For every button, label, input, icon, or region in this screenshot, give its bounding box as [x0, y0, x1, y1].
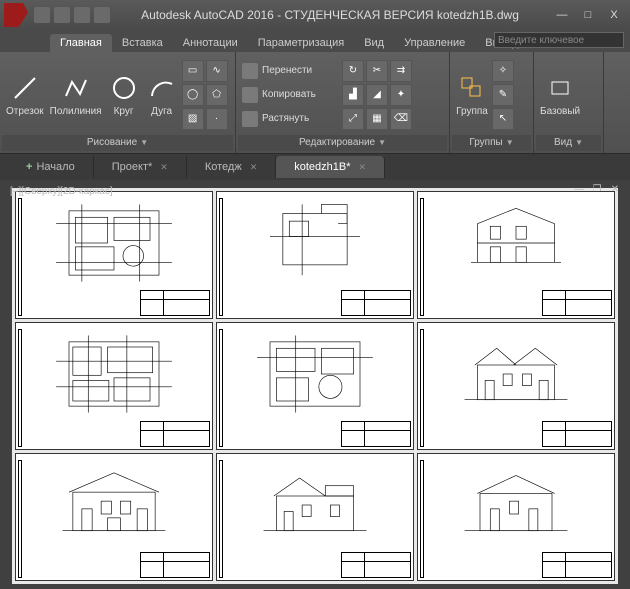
circle-icon — [108, 72, 140, 104]
move-icon — [242, 63, 258, 79]
maximize-button[interactable]: □ — [576, 6, 600, 24]
line-icon — [9, 72, 41, 104]
ungroup-button[interactable]: ✧ — [492, 60, 514, 82]
copy-button[interactable]: Копировать — [240, 84, 340, 106]
stretch-button[interactable]: Растянуть — [240, 108, 340, 130]
spline-button[interactable]: ∿ — [206, 60, 228, 82]
doc-tab-kotedzh1b[interactable]: kotedzh1B*✕ — [276, 156, 385, 178]
ellipse-button[interactable]: ◯ — [182, 84, 204, 106]
drawing-canvas[interactable] — [12, 188, 618, 584]
copy-icon — [242, 87, 258, 103]
sheet-elevation-4 — [417, 453, 615, 581]
mirror-button[interactable]: ▟ — [342, 84, 364, 106]
array-button[interactable]: ▦ — [366, 108, 388, 130]
ribbon-tab-insert[interactable]: Вставка — [112, 34, 173, 52]
search-box[interactable]: Введите ключевое — [494, 32, 624, 48]
tab-close-icon[interactable]: ✕ — [359, 162, 367, 172]
panel-view: Базовый Вид▼ — [534, 52, 604, 153]
qat-undo-icon[interactable] — [94, 7, 110, 23]
trim-button[interactable]: ✂ — [366, 60, 388, 82]
chevron-down-icon: ▼ — [506, 135, 514, 151]
chevron-down-icon: ▼ — [575, 135, 583, 151]
stretch-icon — [242, 111, 258, 127]
rotate-button[interactable]: ↻ — [342, 60, 364, 82]
group-button[interactable]: Группа — [454, 70, 490, 119]
document-tabs: +Начало Проект*✕ Котедж✕ kotedzh1B*✕ — [0, 154, 630, 180]
hatch-button[interactable]: ▨ — [182, 108, 204, 130]
group-select-button[interactable]: ↖ — [492, 108, 514, 130]
workspace: [–][Сверху][2D-каркас] — ❐ ✕ — [0, 180, 630, 589]
sheet-section — [417, 191, 615, 319]
group-icon — [456, 72, 488, 104]
base-view-button[interactable]: Базовый — [538, 70, 582, 119]
qat-open-icon[interactable] — [54, 7, 70, 23]
close-button[interactable]: X — [602, 6, 626, 24]
qat-new-icon[interactable] — [34, 7, 50, 23]
minimize-button[interactable]: — — [550, 6, 574, 24]
ribbon-tab-home[interactable]: Главная — [50, 34, 112, 52]
sheet-plan-2 — [216, 191, 414, 319]
panel-groups-title[interactable]: Группы — [469, 135, 502, 151]
quick-access-toolbar — [34, 7, 110, 23]
doc-tab-start[interactable]: +Начало — [8, 156, 94, 178]
panel-groups: Группа ✧ ✎ ↖ Группы▼ — [450, 52, 534, 153]
ribbon: Отрезок Полилиния Круг Дуга ▭ ◯ ▨ ∿ ⬠ — [0, 52, 630, 154]
ribbon-tab-view[interactable]: Вид — [354, 34, 394, 52]
circle-button[interactable]: Круг — [106, 70, 142, 119]
sheet-plan-3 — [15, 322, 213, 450]
window-title: Autodesk AutoCAD 2016 - СТУДЕНЧЕСКАЯ ВЕР… — [110, 8, 550, 22]
autocad-logo-icon[interactable] — [4, 3, 28, 27]
panel-modify: Перенести Копировать Растянуть ↻ ▟ ⤢ ✂ ◢… — [236, 52, 450, 153]
panel-modify-title[interactable]: Редактирование — [299, 135, 375, 151]
explode-button[interactable]: ✦ — [390, 84, 412, 106]
base-view-icon — [544, 72, 576, 104]
ribbon-tab-manage[interactable]: Управление — [394, 34, 475, 52]
sheet-elevation-3 — [216, 453, 414, 581]
erase-button[interactable]: ⌫ — [390, 108, 412, 130]
qat-save-icon[interactable] — [74, 7, 90, 23]
sheet-plan-1 — [15, 191, 213, 319]
tab-close-icon[interactable]: ✕ — [160, 162, 168, 172]
doc-tab-cottage[interactable]: Котедж✕ — [187, 156, 276, 178]
panel-view-title[interactable]: Вид — [554, 135, 572, 151]
sheet-elevation-1 — [417, 322, 615, 450]
sheet-elevation-2 — [15, 453, 213, 581]
doc-tab-project[interactable]: Проект*✕ — [94, 156, 187, 178]
ribbon-tab-annotate[interactable]: Аннотации — [173, 34, 248, 52]
offset-button[interactable]: ⇉ — [390, 60, 412, 82]
panel-draw: Отрезок Полилиния Круг Дуга ▭ ◯ ▨ ∿ ⬠ — [0, 52, 236, 153]
viewport-label[interactable]: [–][Сверху][2D-каркас] — [10, 186, 113, 197]
chevron-down-icon: ▼ — [140, 135, 148, 151]
arc-icon — [146, 72, 178, 104]
point-button[interactable]: · — [206, 108, 228, 130]
rectangle-button[interactable]: ▭ — [182, 60, 204, 82]
fillet-button[interactable]: ◢ — [366, 84, 388, 106]
arc-button[interactable]: Дуга — [144, 70, 180, 119]
panel-draw-title[interactable]: Рисование — [87, 135, 137, 151]
title-bar: Autodesk AutoCAD 2016 - СТУДЕНЧЕСКАЯ ВЕР… — [0, 0, 630, 30]
chevron-down-icon: ▼ — [378, 135, 386, 151]
plus-icon: + — [26, 161, 32, 173]
line-button[interactable]: Отрезок — [4, 70, 46, 119]
sheet-plan-4 — [216, 322, 414, 450]
scale-button[interactable]: ⤢ — [342, 108, 364, 130]
polygon-button[interactable]: ⬠ — [206, 84, 228, 106]
polyline-icon — [60, 72, 92, 104]
tab-close-icon[interactable]: ✕ — [250, 162, 258, 172]
ribbon-tab-parametric[interactable]: Параметризация — [248, 34, 354, 52]
search-placeholder: Введите ключевое — [498, 35, 584, 46]
polyline-button[interactable]: Полилиния — [48, 70, 104, 119]
move-button[interactable]: Перенести — [240, 60, 340, 82]
group-edit-button[interactable]: ✎ — [492, 84, 514, 106]
